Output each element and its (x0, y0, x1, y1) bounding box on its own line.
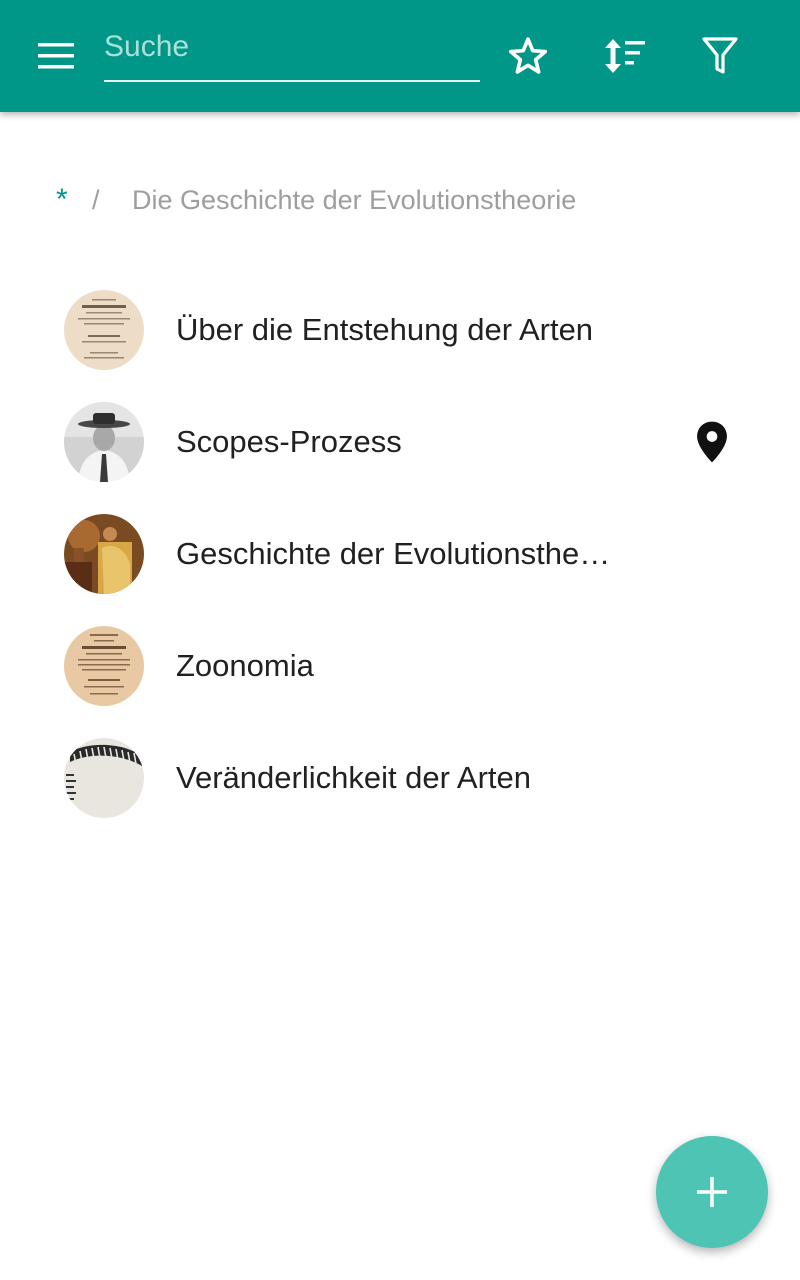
favorites-button[interactable] (500, 28, 556, 84)
hamburger-menu-icon (38, 43, 74, 69)
filter-icon (702, 37, 738, 74)
plus-icon (697, 1177, 727, 1207)
resource-list: Über die Entstehung der Arten Scopes-Pro… (0, 274, 800, 834)
breadcrumb-separator: / (92, 184, 100, 215)
breadcrumb-root[interactable]: * (56, 183, 78, 217)
add-button[interactable] (656, 1136, 768, 1248)
sort-button[interactable] (595, 28, 651, 84)
list-item-label: Geschichte der Evolutionsthe… (176, 536, 611, 571)
list-item[interactable]: Scopes-Prozess (0, 386, 800, 498)
search-input[interactable] (104, 22, 480, 72)
list-item[interactable]: Zoonomia (0, 610, 800, 722)
menu-button[interactable] (24, 28, 88, 84)
list-item[interactable]: Geschichte der Evolutionsthe… (0, 498, 800, 610)
illustration-thumbnail (64, 738, 144, 818)
list-item-label: Zoonomia (176, 648, 314, 683)
breadcrumb-current: Die Geschichte der Evolutionstheorie (132, 184, 577, 215)
search-field (104, 22, 480, 82)
book-title-page-thumbnail (64, 290, 144, 370)
list-item-label: Über die Entstehung der Arten (176, 312, 594, 347)
star-outline-icon (508, 37, 548, 74)
list-item[interactable]: Über die Entstehung der Arten (0, 274, 800, 386)
breadcrumb: * / Die Geschichte der Evolutionstheorie (56, 178, 576, 222)
app-bar (0, 0, 800, 112)
painting-thumbnail (64, 514, 144, 594)
list-item-label: Scopes-Prozess (176, 424, 402, 459)
man-in-hat-photo-thumbnail (64, 402, 144, 482)
filter-button[interactable] (692, 28, 748, 84)
location-pin-icon[interactable] (692, 420, 732, 464)
sort-icon (605, 39, 645, 73)
book-title-page-thumbnail (64, 626, 144, 706)
list-item-label: Veränderlichkeit der Arten (176, 760, 531, 795)
list-item[interactable]: Veränderlichkeit der Arten (0, 722, 800, 834)
